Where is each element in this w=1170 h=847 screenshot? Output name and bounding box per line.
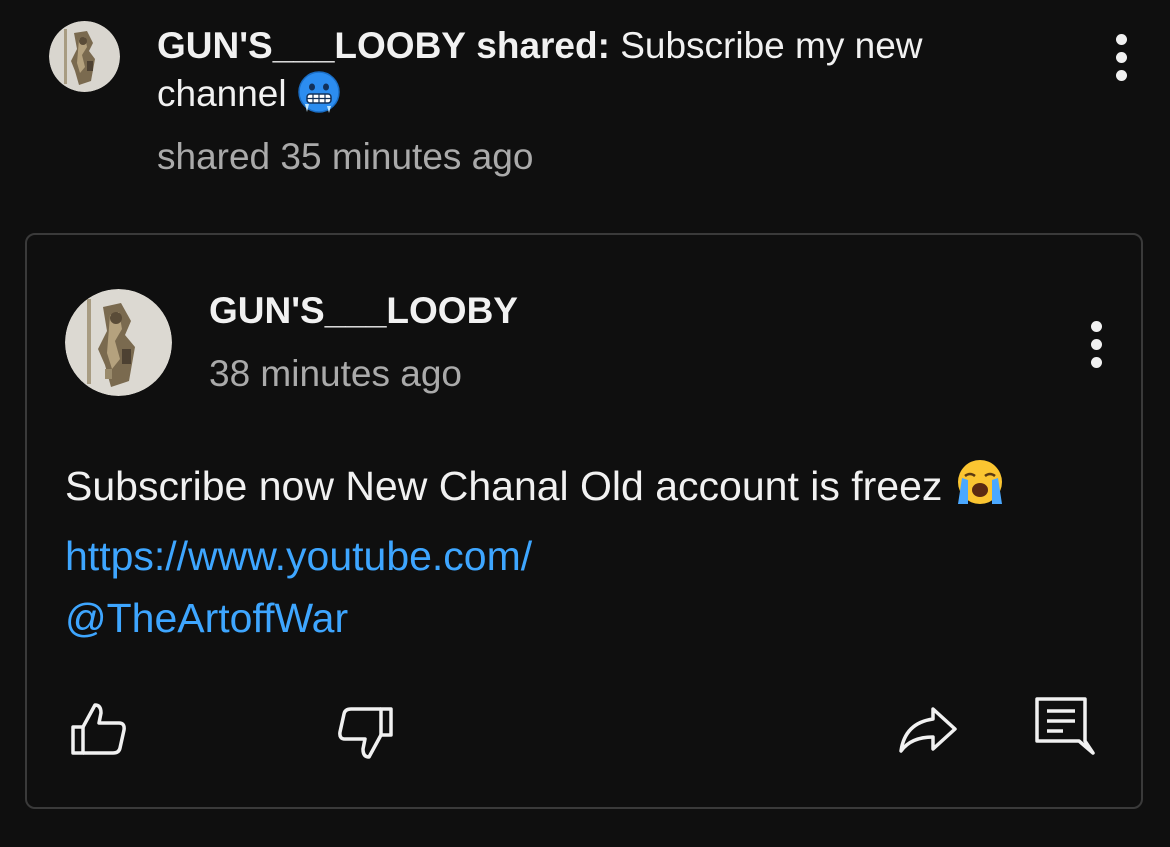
shared-post-header: GUN'S___LOOBY shared: Subscribe my new c… <box>157 22 1057 126</box>
shared-action-label: shared: <box>476 25 610 66</box>
avatar[interactable] <box>65 289 172 396</box>
thumbs-up-icon <box>71 703 126 755</box>
dislike-button[interactable] <box>333 701 397 765</box>
shared-author-name[interactable]: GUN'S___LOOBY <box>157 25 466 66</box>
post-time: 38 minutes ago <box>209 353 463 394</box>
share-arrow-icon <box>899 707 957 753</box>
cold-face-emoji <box>297 70 341 126</box>
more-options-icon[interactable] <box>1107 28 1137 88</box>
like-button[interactable] <box>67 697 131 761</box>
post-body: Subscribe now New Chanal Old account is … <box>65 455 1065 649</box>
share-button[interactable] <box>895 697 959 761</box>
original-post-card: GUN'S___LOOBY 38 minutes ago Subscribe n… <box>25 233 1143 809</box>
avatar[interactable] <box>49 21 120 92</box>
post-body-text: Subscribe now New Chanal Old account is … <box>65 463 943 509</box>
more-options-icon[interactable] <box>1082 317 1112 377</box>
loudly-crying-face-emoji <box>954 456 1006 525</box>
post-link[interactable]: https://www.youtube.com/@TheArtoffWar <box>65 533 532 641</box>
comment-icon <box>1035 697 1095 755</box>
comment-button[interactable] <box>1031 695 1095 759</box>
post-author-name[interactable]: GUN'S___LOOBY <box>209 287 518 335</box>
thumbs-down-icon <box>338 707 393 759</box>
shared-time: shared 35 minutes ago <box>157 136 534 177</box>
